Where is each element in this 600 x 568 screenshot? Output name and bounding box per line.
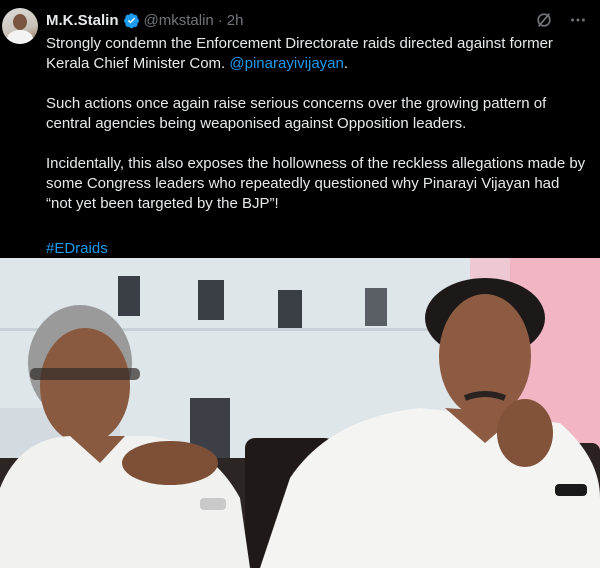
tweet-paragraph-1: Strongly condemn the Enforcement Directo… xyxy=(46,34,586,74)
author-name[interactable]: M.K.Stalin xyxy=(46,12,119,29)
tweet-header: M.K.Stalin @mkstalin · 2h xyxy=(46,10,243,30)
paragraph-1-end: . xyxy=(343,55,349,72)
avatar[interactable] xyxy=(2,8,38,44)
photo-illustration xyxy=(0,258,600,568)
separator-dot: · xyxy=(217,11,223,29)
tweet: M.K.Stalin @mkstalin · 2h Strongly conde… xyxy=(0,0,600,258)
tweet-photo[interactable] xyxy=(0,258,600,568)
hashtag-link[interactable]: #EDraids xyxy=(46,240,108,257)
author-handle[interactable]: @mkstalin xyxy=(144,12,214,29)
tweet-actions xyxy=(534,10,588,30)
verified-badge-icon xyxy=(123,12,140,29)
timestamp[interactable]: 2h xyxy=(227,12,244,29)
avatar-shirt xyxy=(7,30,33,44)
mention-link[interactable]: @pinarayivijayan xyxy=(229,55,343,72)
more-options-icon[interactable] xyxy=(568,10,588,30)
tweet-paragraph-3: Incidentally, this also exposes the holl… xyxy=(46,155,586,212)
tweet-paragraph-2: Such actions once again raise serious co… xyxy=(46,95,547,132)
grok-icon[interactable] xyxy=(534,10,554,30)
tweet-text: Strongly condemn the Enforcement Directo… xyxy=(46,34,586,234)
hashtag-line: #EDraids xyxy=(46,239,108,259)
avatar-face xyxy=(13,14,27,30)
